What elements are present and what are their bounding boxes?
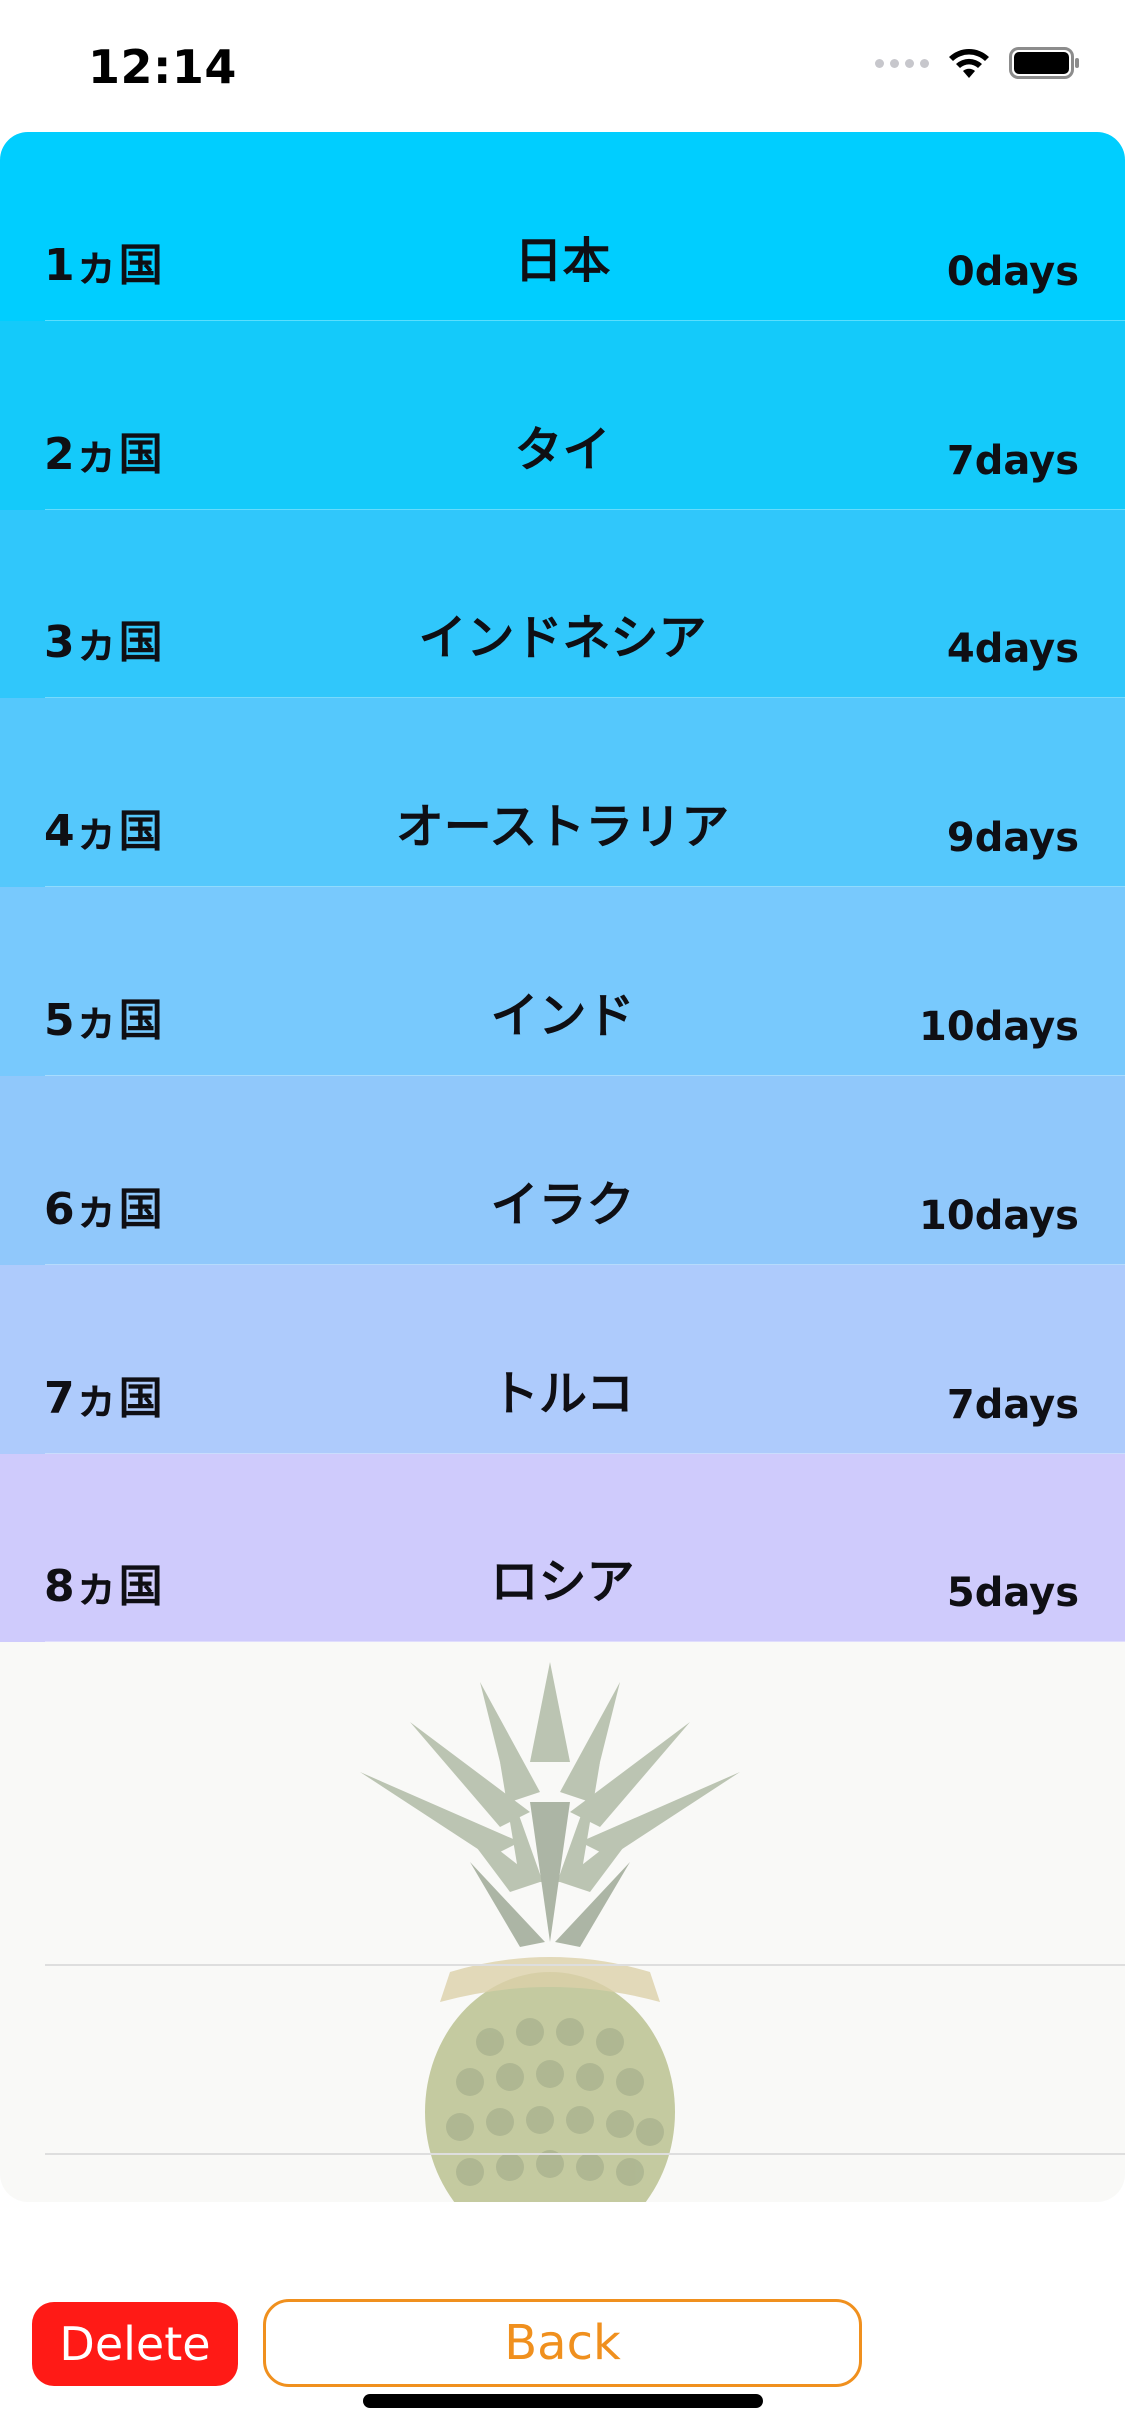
pineapple-image xyxy=(360,1662,740,2202)
signal-icon xyxy=(875,58,929,68)
trip-days: 4days xyxy=(946,626,1079,673)
trip-days: 10days xyxy=(919,1003,1079,1050)
home-indicator xyxy=(363,2394,763,2408)
battery-icon xyxy=(1009,47,1079,79)
status-icons xyxy=(875,46,1081,80)
back-button[interactable]: Back xyxy=(263,2299,862,2387)
trip-row[interactable]: 3ヵ国 インドネシア 4days xyxy=(0,509,1125,699)
trip-row[interactable]: 1ヵ国 日本 0days xyxy=(0,132,1125,321)
status-bar: 12:14 xyxy=(0,0,1125,132)
trip-rows: 1ヵ国 日本 0days 2ヵ国 タイ 7days 3ヵ国 インドネシア 4days 4ヵ国 オース… xyxy=(0,132,1125,1643)
trip-days: 10days xyxy=(919,1192,1079,1239)
trip-row[interactable]: 7ヵ国 トルコ 7days xyxy=(0,1264,1125,1454)
wifi-icon xyxy=(949,49,989,78)
trip-row[interactable]: 8ヵ国 ロシア 5days xyxy=(0,1453,1125,1643)
trip-days: 5days xyxy=(946,1570,1079,1617)
row-separator xyxy=(45,2153,1125,2155)
trip-row[interactable]: 4ヵ国 オーストラリア 9days xyxy=(0,698,1125,888)
row-separator xyxy=(45,1964,1125,1966)
delete-button[interactable]: Delete xyxy=(32,2302,238,2386)
trip-row[interactable]: 5ヵ国 インド 10days xyxy=(0,887,1125,1076)
status-time: 12:14 xyxy=(88,40,237,94)
trip-days: 9days xyxy=(946,815,1079,862)
trip-row[interactable]: 2ヵ国 タイ 7days xyxy=(0,320,1125,510)
trip-days: 7days xyxy=(946,1381,1079,1428)
trip-list: 1ヵ国 日本 0days 2ヵ国 タイ 7days 3ヵ国 インドネシア 4days 4ヵ国 オース… xyxy=(0,132,1125,2202)
trip-days: 7days xyxy=(946,437,1079,484)
trip-days: 0days xyxy=(946,248,1079,295)
empty-list-area xyxy=(0,1642,1125,2202)
trip-row[interactable]: 6ヵ国 イラク 10days xyxy=(0,1075,1125,1265)
